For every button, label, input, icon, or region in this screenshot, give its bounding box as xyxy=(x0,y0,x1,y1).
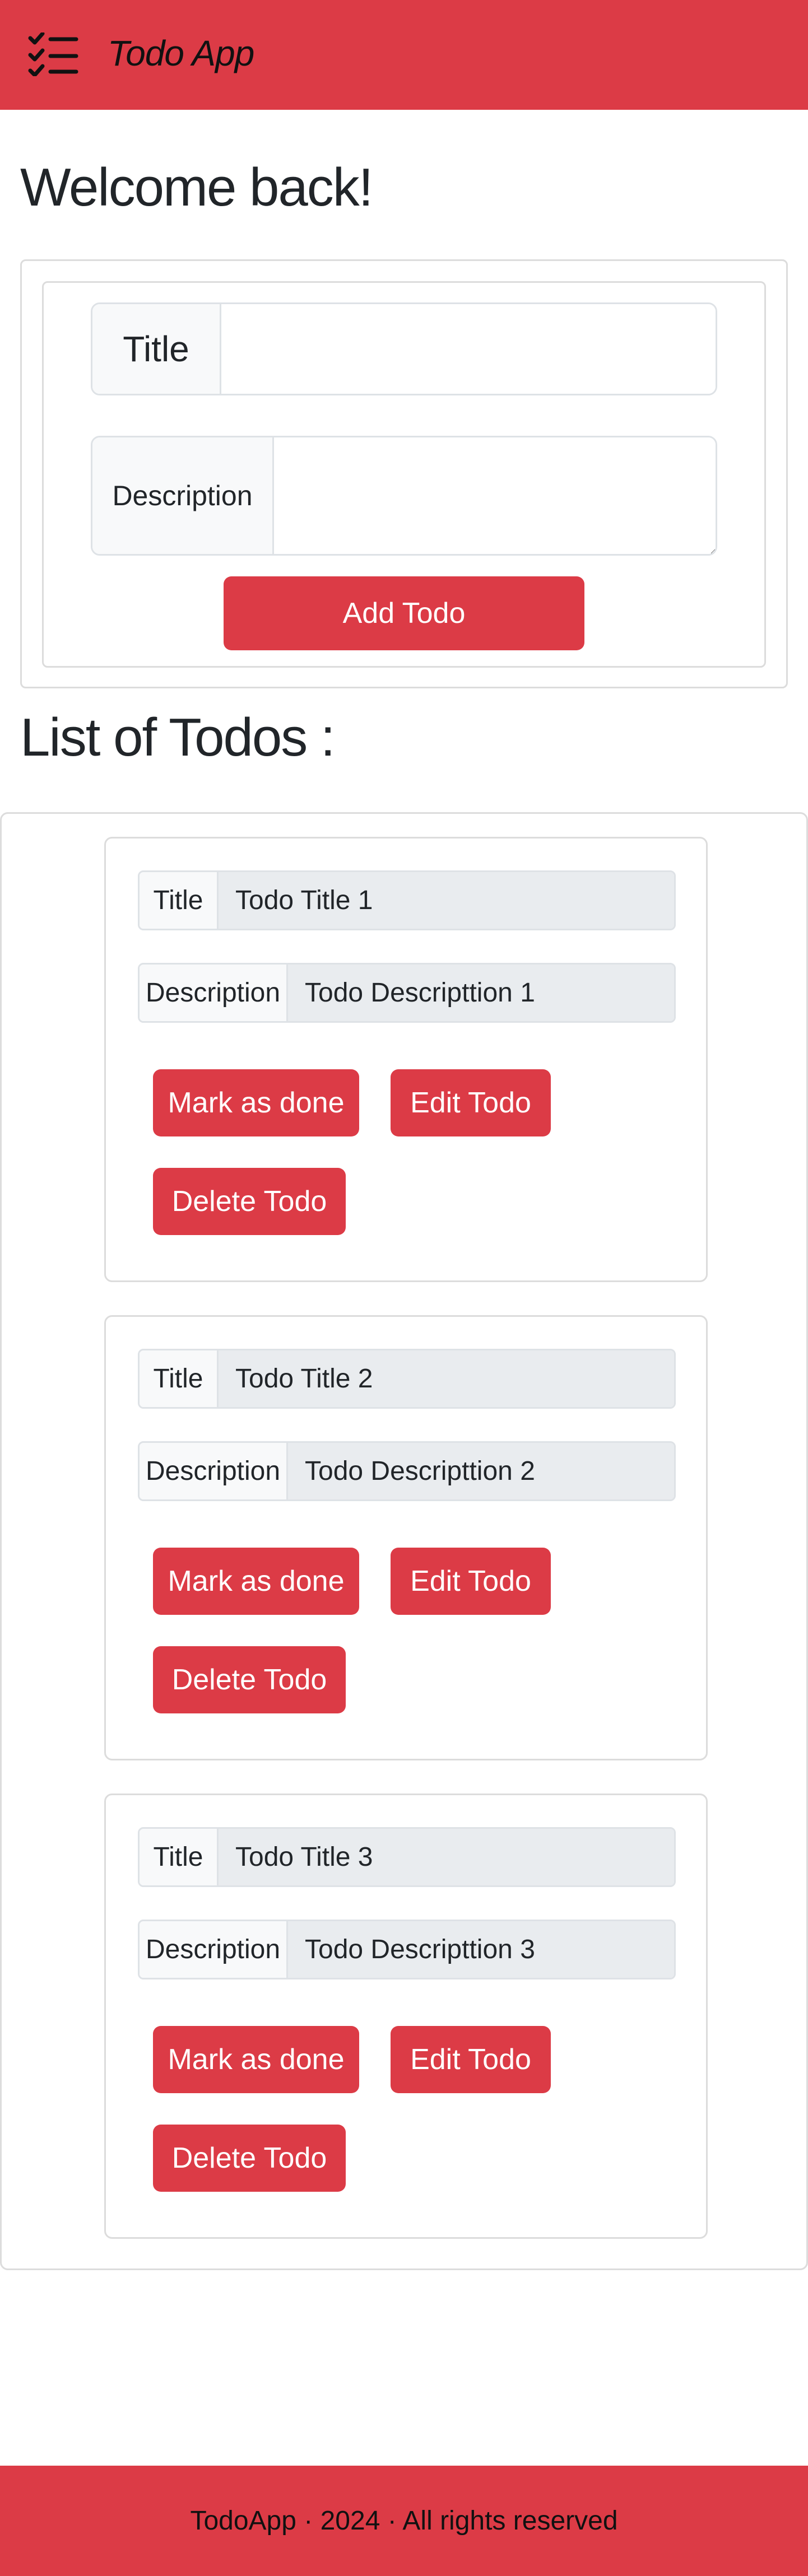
footer-text: TodoApp · 2024 · All rights reserved xyxy=(190,2506,618,2536)
todo-title-value: Todo Title 3 xyxy=(219,1829,674,1885)
todo-description-group: Description Todo Descripttion 1 xyxy=(138,963,676,1023)
edit-todo-button[interactable]: Edit Todo xyxy=(391,1069,551,1136)
todo-title-value: Todo Title 2 xyxy=(219,1350,674,1407)
title-input-label: Title xyxy=(92,304,221,394)
todo-title-label: Title xyxy=(140,1829,219,1885)
todo-description-value: Todo Descripttion 3 xyxy=(288,1921,674,1978)
todo-title-group: Title Todo Title 2 xyxy=(138,1349,676,1409)
todo-description-group: Description Todo Descripttion 3 xyxy=(138,1920,676,1979)
delete-todo-button[interactable]: Delete Todo xyxy=(153,1646,346,1713)
edit-todo-button[interactable]: Edit Todo xyxy=(391,2026,551,2093)
todo-description-label: Description xyxy=(140,965,288,1021)
todo-card: Title Todo Title 2 Description Todo Desc… xyxy=(104,1315,708,1760)
brand-title[interactable]: Todo App xyxy=(108,32,254,74)
title-input-group: Title xyxy=(91,302,717,395)
checklist-icon[interactable] xyxy=(28,31,78,77)
todo-description-value: Todo Descripttion 2 xyxy=(288,1443,674,1499)
todo-title-group: Title Todo Title 1 xyxy=(138,870,676,930)
todo-description-value: Todo Descripttion 1 xyxy=(288,965,674,1021)
welcome-heading: Welcome back! xyxy=(20,157,373,217)
todo-card: Title Todo Title 3 Description Todo Desc… xyxy=(104,1794,708,2239)
delete-todo-button[interactable]: Delete Todo xyxy=(153,2125,346,2192)
todo-list: Title Todo Title 1 Description Todo Desc… xyxy=(0,812,808,2270)
mark-done-button[interactable]: Mark as done xyxy=(153,1069,359,1136)
footer: TodoApp · 2024 · All rights reserved xyxy=(0,2466,808,2576)
todo-title-label: Title xyxy=(140,872,219,929)
description-input-label: Description xyxy=(92,437,274,554)
todo-title-value: Todo Title 1 xyxy=(219,872,674,929)
description-input[interactable] xyxy=(274,437,716,554)
title-input[interactable] xyxy=(221,304,716,394)
todo-title-label: Title xyxy=(140,1350,219,1407)
delete-todo-button[interactable]: Delete Todo xyxy=(153,1168,346,1235)
mark-done-button[interactable]: Mark as done xyxy=(153,1548,359,1615)
todo-description-label: Description xyxy=(140,1443,288,1499)
add-todo-button[interactable]: Add Todo xyxy=(224,576,584,650)
edit-todo-button[interactable]: Edit Todo xyxy=(391,1548,551,1615)
todo-description-group: Description Todo Descripttion 2 xyxy=(138,1441,676,1501)
navbar: Todo App xyxy=(0,0,808,110)
todo-title-group: Title Todo Title 3 xyxy=(138,1827,676,1887)
description-input-group: Description xyxy=(91,436,717,556)
todo-card: Title Todo Title 1 Description Todo Desc… xyxy=(104,837,708,1282)
mark-done-button[interactable]: Mark as done xyxy=(153,2026,359,2093)
list-heading: List of Todos : xyxy=(20,707,336,767)
todo-description-label: Description xyxy=(140,1921,288,1978)
